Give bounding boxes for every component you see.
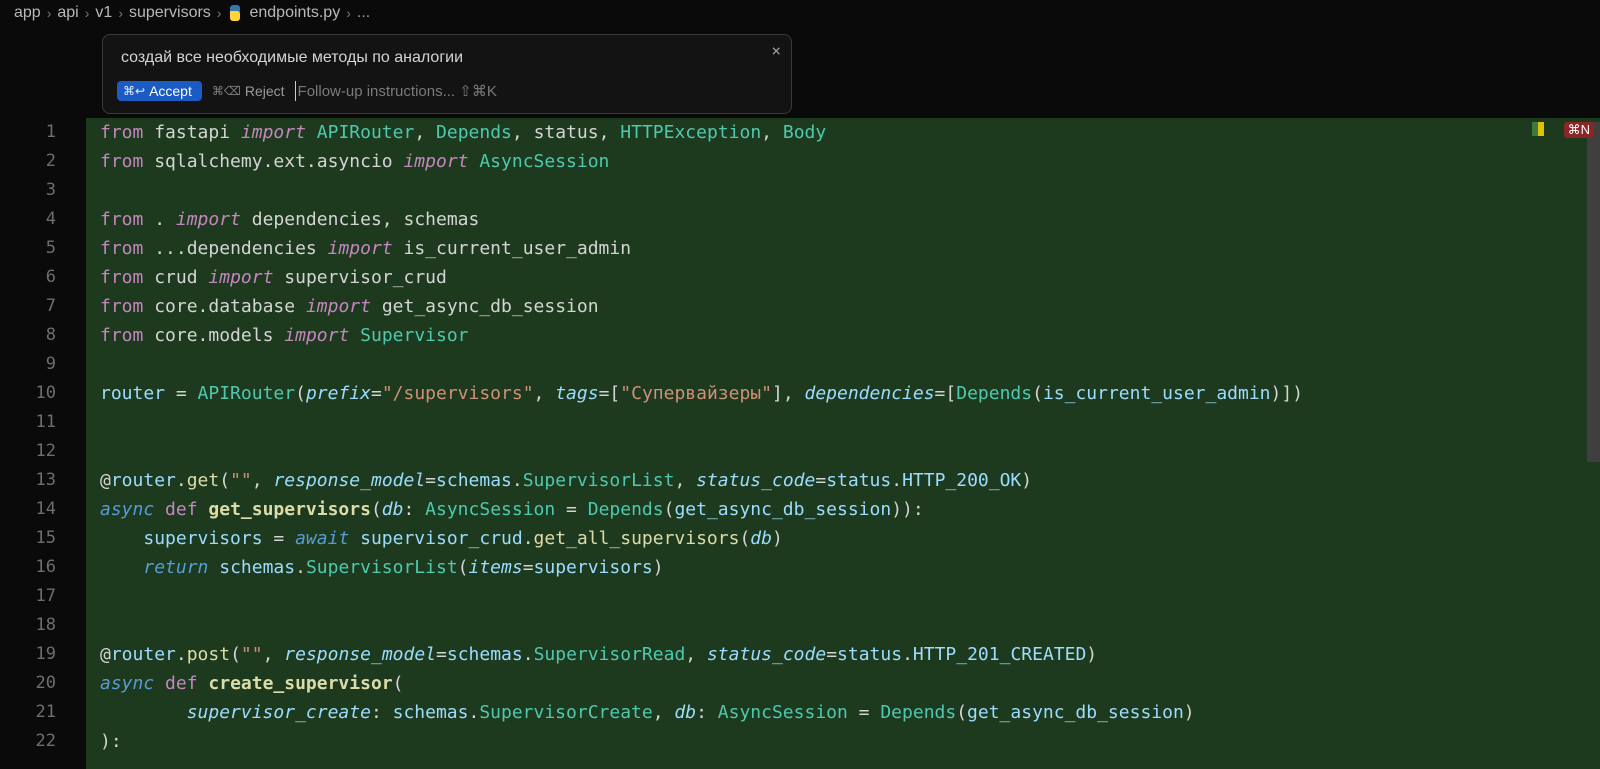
line-number: 5	[0, 234, 56, 263]
accept-label: Accept	[149, 83, 192, 99]
line-number: 19	[0, 640, 56, 669]
code-line[interactable]: from ...dependencies import is_current_u…	[86, 234, 1600, 263]
close-icon[interactable]: ×	[771, 41, 781, 60]
python-file-icon	[227, 5, 243, 21]
line-number: 20	[0, 669, 56, 698]
line-number: 22	[0, 727, 56, 756]
line-number: 15	[0, 524, 56, 553]
code-line[interactable]: router = APIRouter(prefix="/supervisors"…	[86, 379, 1600, 408]
breadcrumb: app › api › v1 › supervisors › endpoints…	[0, 0, 1600, 28]
line-number: 3	[0, 176, 56, 205]
line-number: 14	[0, 495, 56, 524]
line-number: 6	[0, 263, 56, 292]
inline-chat-actions: ⌘↩ Accept ⌘⌫ Reject	[103, 75, 791, 113]
line-number: 17	[0, 582, 56, 611]
code-line[interactable]	[86, 408, 1600, 437]
line-number: 4	[0, 205, 56, 234]
breadcrumb-item[interactable]: api	[57, 4, 78, 22]
code-area[interactable]: from fastapi import APIRouter, Depends, …	[86, 118, 1600, 769]
accept-shortcut: ⌘↩	[123, 84, 145, 98]
code-line[interactable]: return schemas.SupervisorList(items=supe…	[86, 553, 1600, 582]
command-n-badge[interactable]: ⌘N	[1564, 122, 1594, 138]
reject-button[interactable]: ⌘⌫ Reject	[212, 83, 285, 99]
code-line[interactable]	[86, 582, 1600, 611]
line-number: 1	[0, 118, 56, 147]
code-line[interactable]	[86, 350, 1600, 379]
code-line[interactable]: from core.models import Supervisor	[86, 321, 1600, 350]
code-line[interactable]: from sqlalchemy.ext.asyncio import Async…	[86, 147, 1600, 176]
code-line[interactable]	[86, 176, 1600, 205]
chevron-right-icon: ›	[217, 5, 222, 21]
code-line[interactable]: from . import dependencies, schemas	[86, 205, 1600, 234]
line-number: 7	[0, 292, 56, 321]
scrollbar-thumb[interactable]	[1587, 122, 1600, 462]
breadcrumb-item[interactable]: endpoints.py	[249, 4, 340, 22]
code-line[interactable]: ):	[86, 727, 1600, 756]
code-line[interactable]: async def create_supervisor(	[86, 669, 1600, 698]
line-number: 13	[0, 466, 56, 495]
reject-shortcut: ⌘⌫	[212, 84, 241, 98]
breadcrumb-more[interactable]: ...	[357, 4, 370, 22]
code-line[interactable]: async def get_supervisors(db: AsyncSessi…	[86, 495, 1600, 524]
inline-chat-widget: × создай все необходимые методы по анало…	[102, 34, 792, 114]
line-number: 8	[0, 321, 56, 350]
line-number: 11	[0, 408, 56, 437]
code-line[interactable]	[86, 611, 1600, 640]
code-line[interactable]: @router.get("", response_model=schemas.S…	[86, 466, 1600, 495]
chevron-right-icon: ›	[85, 5, 90, 21]
code-line[interactable]: supervisor_create: schemas.SupervisorCre…	[86, 698, 1600, 727]
code-line[interactable]: from fastapi import APIRouter, Depends, …	[86, 118, 1600, 147]
line-number: 16	[0, 553, 56, 582]
accept-button[interactable]: ⌘↩ Accept	[117, 81, 202, 101]
line-number: 10	[0, 379, 56, 408]
diff-marker-icon	[1532, 122, 1544, 136]
code-line[interactable]: supervisors = await supervisor_crud.get_…	[86, 524, 1600, 553]
breadcrumb-item[interactable]: app	[14, 4, 41, 22]
line-number: 18	[0, 611, 56, 640]
line-number: 2	[0, 147, 56, 176]
code-editor[interactable]: 12345678910111213141516171819202122 from…	[0, 118, 1600, 769]
line-number-gutter: 12345678910111213141516171819202122	[0, 118, 86, 769]
line-number: 9	[0, 350, 56, 379]
breadcrumb-item[interactable]: supervisors	[129, 4, 211, 22]
inline-chat-message: создай все необходимые методы по аналоги…	[103, 35, 791, 75]
breadcrumb-item[interactable]: v1	[95, 4, 112, 22]
code-line[interactable]: @router.post("", response_model=schemas.…	[86, 640, 1600, 669]
followup-input[interactable]	[295, 81, 779, 101]
code-line[interactable]	[86, 437, 1600, 466]
chevron-right-icon: ›	[346, 5, 351, 21]
line-number: 21	[0, 698, 56, 727]
line-number: 12	[0, 437, 56, 466]
code-line[interactable]: from crud import supervisor_crud	[86, 263, 1600, 292]
chevron-right-icon: ›	[47, 5, 52, 21]
code-line[interactable]: from core.database import get_async_db_s…	[86, 292, 1600, 321]
chevron-right-icon: ›	[118, 5, 123, 21]
reject-label: Reject	[245, 83, 285, 99]
